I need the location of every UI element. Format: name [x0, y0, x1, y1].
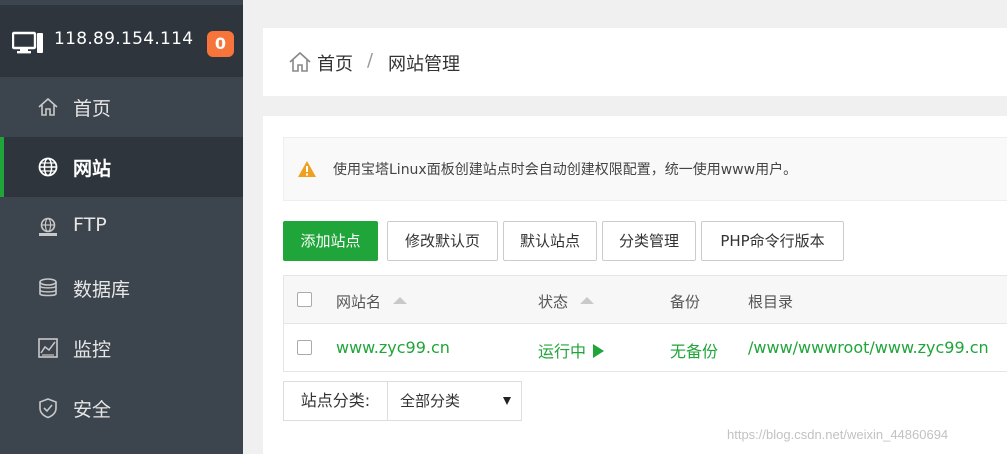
column-label: 状态 [538, 293, 569, 311]
category-filter-label: 站点分类: [284, 382, 388, 420]
notification-badge[interactable]: 0 [207, 31, 234, 57]
globe-icon [38, 157, 58, 177]
site-name-link[interactable]: www.zyc99.cn [336, 338, 450, 357]
sidebar-item-label: 监控 [73, 339, 112, 361]
dropdown-arrow-icon [503, 397, 511, 405]
php-cli-version-button[interactable]: PHP命令行版本 [701, 221, 844, 261]
sidebar: 118.89.154.114 0 首页 网站 FTP 数据库 监控 安全 [0, 0, 243, 454]
table-row: www.zyc99.cn 运行中 无备份 /www/wwwroot/www.zy… [284, 324, 1007, 372]
sidebar-item-database[interactable]: 数据库 [0, 258, 243, 318]
add-site-button[interactable]: 添加站点 [283, 221, 378, 261]
warning-icon [298, 161, 316, 177]
breadcrumb-separator: / [367, 50, 374, 71]
edit-default-page-button[interactable]: 修改默认页 [387, 221, 498, 261]
monitor-chart-icon [38, 338, 58, 358]
select-all-checkbox[interactable] [297, 292, 312, 307]
column-status[interactable]: 状态 [538, 291, 595, 312]
info-alert: 使用宝塔Linux面板创建站点时会自动创建权限配置，统一使用www用户。 [283, 137, 1007, 201]
table-header: 网站名 状态 备份 根目录 [284, 276, 1007, 324]
watermark: https://blog.csdn.net/weixin_44860694 [727, 427, 949, 442]
sidebar-item-label: 安全 [73, 399, 112, 421]
row-checkbox[interactable] [297, 340, 312, 355]
top-border [243, 0, 1007, 7]
sidebar-item-label: 网站 [73, 158, 112, 180]
sort-asc-icon [580, 297, 595, 304]
server-ip: 118.89.154.114 [54, 29, 194, 49]
sidebar-item-label: 数据库 [73, 279, 131, 301]
status-text: 运行中 [538, 342, 587, 361]
server-header: 118.89.154.114 0 [0, 5, 243, 77]
database-icon [39, 278, 57, 297]
default-site-button[interactable]: 默认站点 [503, 221, 597, 261]
ftp-icon [39, 217, 57, 236]
sort-asc-icon [393, 297, 408, 304]
sidebar-item-ftp[interactable]: FTP [0, 197, 243, 257]
site-management-panel: 使用宝塔Linux面板创建站点时会自动创建权限配置，统一使用www用户。 添加站… [263, 116, 1007, 454]
category-select[interactable]: 全部分类 [388, 382, 521, 420]
sidebar-item-monitor[interactable]: 监控 [0, 318, 243, 378]
breadcrumb: 首页 / 网站管理 [263, 28, 1007, 96]
category-filter: 站点分类: 全部分类 [283, 381, 522, 421]
play-icon [593, 344, 605, 358]
home-icon [38, 97, 58, 116]
status-toggle[interactable]: 运行中 [538, 338, 605, 362]
sidebar-item-home[interactable]: 首页 [0, 77, 243, 137]
backup-link[interactable]: 无备份 [670, 338, 718, 362]
sidebar-item-website[interactable]: 网站 [0, 137, 243, 197]
monitor-icon [12, 31, 43, 54]
column-backup: 备份 [670, 293, 701, 311]
alert-text: 使用宝塔Linux面板创建站点时会自动创建权限配置，统一使用www用户。 [333, 162, 798, 178]
column-label: 网站名 [336, 293, 382, 311]
sidebar-item-label: FTP [73, 214, 107, 236]
root-directory-link[interactable]: /www/wwwroot/www.zyc99.cn [748, 338, 989, 357]
breadcrumb-current: 网站管理 [388, 54, 460, 75]
sidebar-item-security[interactable]: 安全 [0, 378, 243, 438]
breadcrumb-home-link[interactable]: 首页 [317, 50, 353, 76]
column-site-name[interactable]: 网站名 [336, 291, 408, 312]
sidebar-item-label: 首页 [73, 98, 112, 120]
category-select-value: 全部分类 [400, 392, 461, 410]
column-root: 根目录 [748, 293, 794, 311]
home-icon[interactable] [288, 50, 312, 74]
site-table: 网站名 状态 备份 根目录 www.zyc99.cn 运行中 无备份 /www/… [283, 275, 1007, 372]
shield-icon [39, 398, 57, 419]
category-manage-button[interactable]: 分类管理 [602, 221, 696, 261]
